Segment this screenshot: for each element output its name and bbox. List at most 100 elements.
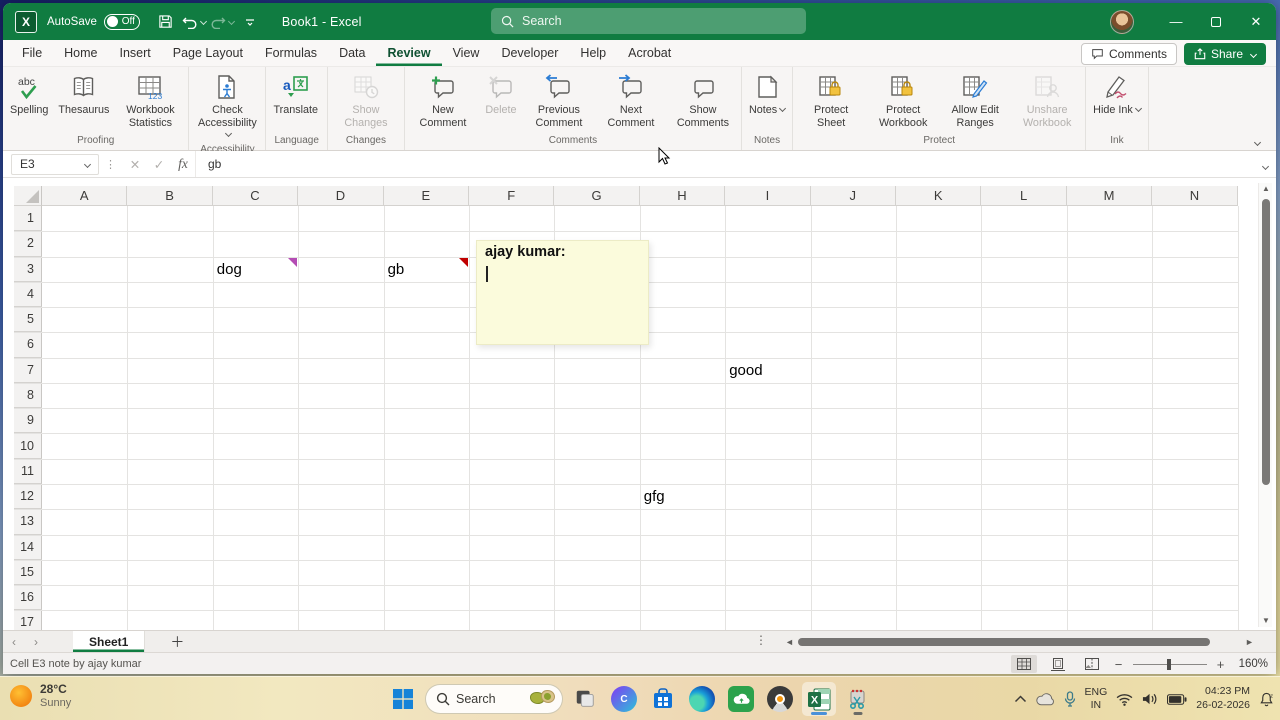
name-box[interactable]: E3 — [11, 153, 99, 175]
row-header-8[interactable]: 8 — [14, 382, 42, 409]
onedrive-icon[interactable] — [1035, 692, 1055, 706]
cell-i7[interactable]: good — [725, 358, 810, 383]
ribbon-button-new-comment[interactable]: New Comment — [407, 70, 479, 129]
cell-e3[interactable]: gb — [384, 257, 469, 282]
select-all-corner[interactable] — [14, 186, 42, 206]
snipping-tool-icon[interactable] — [841, 682, 875, 716]
ribbon-button-workbook-statistics[interactable]: 123 Workbook Statistics — [114, 70, 186, 129]
ribbon-button-previous-comment[interactable]: Previous Comment — [523, 70, 595, 129]
ribbon-button-spelling[interactable]: abc Spelling — [5, 70, 53, 117]
speaker-icon[interactable] — [1142, 692, 1158, 706]
cell-c3[interactable]: dog — [213, 257, 298, 282]
scroll-down-icon[interactable]: ▼ — [1259, 615, 1273, 627]
row-header-11[interactable]: 11 — [14, 458, 42, 484]
clock[interactable]: 04:23 PM 26-02-2026 — [1196, 685, 1250, 712]
zoom-level[interactable]: 160% — [1239, 658, 1268, 670]
tab-help[interactable]: Help — [569, 41, 617, 66]
row-header-9[interactable]: 9 — [14, 408, 42, 434]
tab-insert[interactable]: Insert — [109, 41, 162, 66]
column-header-g[interactable]: G — [554, 186, 640, 206]
tab-home[interactable]: Home — [53, 41, 108, 66]
tab-acrobat[interactable]: Acrobat — [617, 41, 682, 66]
minimize-button[interactable]: — — [1156, 3, 1196, 40]
maximize-button[interactable] — [1196, 3, 1236, 40]
column-header-f[interactable]: F — [469, 186, 555, 206]
weather-widget[interactable]: 28°C Sunny — [10, 682, 71, 710]
ribbon-button-protect-workbook[interactable]: Protect Workbook — [867, 70, 939, 129]
save-icon[interactable] — [152, 10, 180, 34]
ribbon-button-show-comments[interactable]: Show Comments — [667, 70, 739, 129]
hscroll-splitter-icon[interactable]: ⋮ — [755, 633, 767, 647]
row-header-4[interactable]: 4 — [14, 281, 42, 308]
sheet-nav-right-icon[interactable]: › — [25, 635, 47, 649]
row-header-10[interactable]: 10 — [14, 433, 42, 459]
ribbon-button-protect-sheet[interactable]: Protect Sheet — [795, 70, 867, 129]
column-header-l[interactable]: L — [981, 186, 1067, 206]
row-header-7[interactable]: 7 — [14, 357, 42, 383]
column-header-c[interactable]: C — [212, 186, 299, 206]
row-header-17[interactable]: 17 — [14, 610, 42, 630]
tab-formulas[interactable]: Formulas — [254, 41, 328, 66]
tab-page-layout[interactable]: Page Layout — [162, 41, 254, 66]
ribbon-button-check-accessibility[interactable]: Check Accessibility — [191, 70, 263, 142]
comments-button[interactable]: Comments — [1080, 43, 1177, 65]
row-header-16[interactable]: 16 — [14, 585, 42, 611]
quick-access-chevron-icon[interactable] — [236, 10, 264, 34]
page-layout-view-icon[interactable] — [1045, 655, 1071, 673]
notification-bell-icon[interactable]: z — [1259, 692, 1274, 707]
start-button[interactable] — [386, 682, 420, 716]
normal-view-icon[interactable] — [1010, 655, 1037, 673]
column-header-j[interactable]: J — [810, 186, 896, 206]
sheet-nav-left-icon[interactable]: ‹ — [3, 635, 25, 649]
user-avatar[interactable] — [1110, 9, 1134, 34]
tab-developer[interactable]: Developer — [490, 41, 569, 66]
language-indicator[interactable]: ENG IN — [1085, 686, 1108, 711]
formula-bar-expand-icon[interactable] — [1260, 158, 1270, 176]
vertical-scrollbar[interactable]: ▲ ▼ — [1258, 183, 1272, 627]
row-header-13[interactable]: 13 — [14, 509, 42, 535]
tab-data[interactable]: Data — [328, 41, 376, 66]
tab-file[interactable]: File — [11, 41, 53, 66]
formula-splitter-icon[interactable]: ⋮ — [105, 158, 117, 171]
ribbon-collapse-chevron-icon[interactable] — [1248, 134, 1264, 147]
taskbar-search[interactable]: Search — [425, 684, 563, 714]
title-search-box[interactable]: Search — [491, 8, 806, 34]
microphone-icon[interactable] — [1064, 691, 1076, 707]
wifi-icon[interactable] — [1116, 693, 1133, 706]
ribbon-button-next-comment[interactable]: Next Comment — [595, 70, 667, 129]
scroll-up-icon[interactable]: ▲ — [1259, 183, 1273, 195]
row-header-2[interactable]: 2 — [14, 231, 42, 257]
excel-taskbar-icon[interactable]: X — [802, 682, 836, 716]
formula-input[interactable]: gb — [195, 151, 1276, 177]
ribbon-button-notes[interactable]: Notes — [744, 70, 790, 117]
cell-note-box[interactable]: ajay kumar: — [476, 240, 649, 345]
cloud-app-icon[interactable] — [724, 682, 758, 716]
close-button[interactable]: ✕ — [1236, 3, 1276, 40]
share-button[interactable]: Share — [1183, 43, 1266, 65]
canva-icon[interactable]: C — [607, 682, 641, 716]
row-header-12[interactable]: 12 — [14, 483, 42, 510]
sheet-tab-sheet1[interactable]: Sheet1 — [73, 631, 146, 652]
column-header-a[interactable]: A — [42, 186, 128, 206]
row-header-14[interactable]: 14 — [14, 534, 42, 560]
ribbon-button-hide-ink[interactable]: Hide Ink — [1088, 70, 1146, 117]
column-header-m[interactable]: M — [1066, 186, 1153, 206]
task-view-icon[interactable] — [568, 682, 602, 716]
column-header-b[interactable]: B — [127, 186, 213, 206]
horizontal-scroll-thumb[interactable] — [798, 638, 1210, 646]
column-header-h[interactable]: H — [639, 186, 726, 206]
page-break-view-icon[interactable] — [1079, 655, 1105, 673]
ribbon-button-allow-edit-ranges[interactable]: Allow Edit Ranges — [939, 70, 1011, 129]
tab-view[interactable]: View — [442, 41, 491, 66]
zoom-out-button[interactable]: − — [1113, 657, 1125, 672]
tab-review[interactable]: Review — [376, 41, 441, 66]
hscroll-left-icon[interactable]: ◄ — [785, 637, 794, 647]
autosave-toggle[interactable]: Off — [103, 13, 140, 30]
row-header-3[interactable]: 3 — [14, 256, 42, 282]
media-player-icon[interactable] — [763, 682, 797, 716]
microsoft-store-icon[interactable] — [646, 682, 680, 716]
zoom-slider-thumb[interactable] — [1166, 658, 1171, 670]
row-header-6[interactable]: 6 — [14, 332, 42, 358]
ribbon-button-thesaurus[interactable]: Thesaurus — [53, 70, 114, 117]
row-header-1[interactable]: 1 — [14, 206, 42, 232]
